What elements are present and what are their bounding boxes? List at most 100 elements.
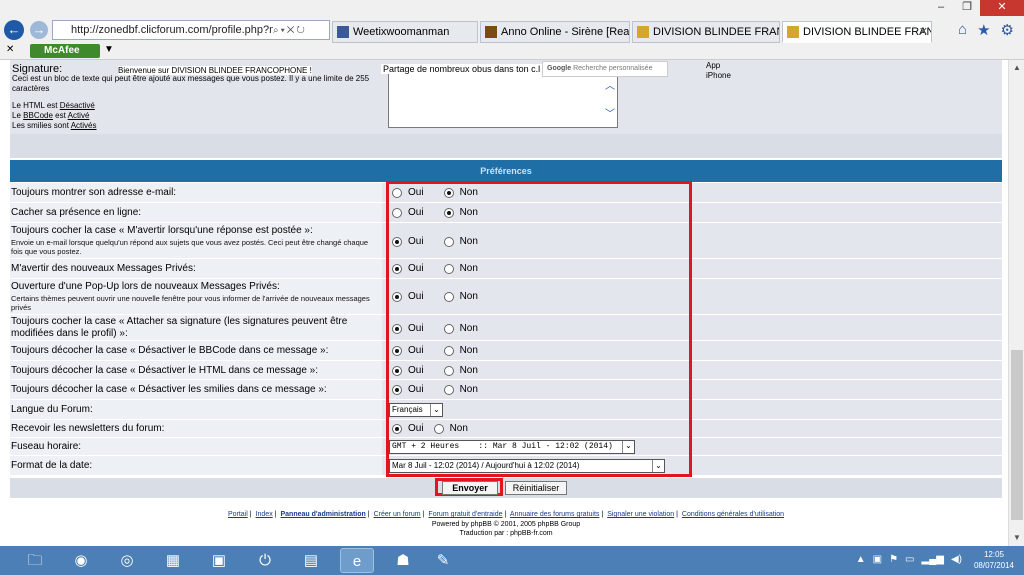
app-line: App	[706, 61, 721, 70]
file-explorer-icon[interactable]: 🗀	[18, 548, 52, 573]
page-viewport: Signature: Ceci est un bloc de texte qui…	[0, 60, 1008, 546]
media-app-icon[interactable]: ◉	[64, 548, 98, 573]
volume-icon[interactable]: ◀)	[951, 554, 962, 565]
smilies-state-link[interactable]: Activés	[71, 121, 97, 130]
google-search-input[interactable]: Google Recherche personnalisée	[542, 61, 668, 77]
restore-button[interactable]: ❐	[954, 0, 980, 16]
wifi-signal-icon[interactable]: ▂▄▆	[922, 554, 944, 565]
app-iphone-label[interactable]: App iPhone	[706, 61, 731, 81]
pref-sub: Envoie un e-mail lorsque quelqu'un répon…	[11, 238, 369, 256]
pref-label: Format de la date:	[11, 460, 93, 471]
browser-chrome: – ❐ ✕ ← → http://zonedbf.clicforum.com/p…	[0, 0, 1024, 60]
network-monitor-icon[interactable]: ▤	[294, 548, 328, 573]
taskbar-clock[interactable]: 12:05 08/07/2014	[968, 549, 1020, 571]
address-bar[interactable]: http://zonedbf.clicforum.com/profile.php…	[52, 20, 330, 40]
tab-division-blindee-2[interactable]: DIVISION BLINDEE FRANCO... ✕	[782, 21, 932, 43]
html-state-link[interactable]: Désactivé	[60, 101, 95, 110]
mcafee-button[interactable]: McAfee	[30, 44, 100, 58]
google-placeholder: Recherche personnalisée	[573, 65, 653, 72]
pref-label: Toujours montrer son adresse e-mail:	[11, 187, 177, 198]
chevron-down-icon[interactable]: ﹀	[605, 105, 615, 120]
highlight-annotation-box	[386, 181, 692, 477]
store-icon[interactable]: ▣	[202, 548, 236, 573]
mcafee-dropdown-icon[interactable]: ▼	[104, 44, 114, 55]
tab-label: DIVISION BLINDEE FRANCO...	[803, 26, 932, 38]
forum-icon	[787, 26, 799, 38]
forward-button[interactable]: →	[30, 21, 48, 39]
html-prefix: Le HTML est	[12, 101, 58, 110]
browser-toolbar-icons: ⌂ ★ ⚙	[958, 21, 1014, 39]
close-tab-icon[interactable]: ✕	[919, 22, 928, 42]
settings-gear-icon[interactable]: ⚙	[1001, 21, 1014, 39]
pref-label: Cacher sa présence en ligne:	[11, 207, 142, 218]
speaker-app-icon[interactable]: ◎	[110, 548, 144, 573]
chevron-up-icon[interactable]: ︿	[605, 77, 615, 92]
forum-icon	[637, 26, 649, 38]
footer-link-report[interactable]: Signaler une violation	[607, 511, 674, 518]
submit-button[interactable]: Envoyer	[442, 481, 498, 495]
footer-link-portail[interactable]: Portail	[228, 511, 248, 518]
tab-label: Weetixwoomanman	[353, 26, 450, 38]
pref-label: Langue du Forum:	[11, 404, 93, 415]
power-app-icon[interactable]: ⏻	[248, 548, 282, 573]
minimize-button[interactable]: –	[928, 0, 954, 16]
footer-link-terms[interactable]: Conditions générales d'utilisation	[682, 511, 784, 518]
navigation-bar: ← → http://zonedbf.clicforum.com/profile…	[0, 17, 1024, 43]
scroll-thumb[interactable]	[1011, 350, 1023, 520]
tab-division-blindee-1[interactable]: DIVISION BLINDEE FRANCOPH...	[632, 21, 780, 43]
footer-link-index[interactable]: Index	[256, 511, 273, 518]
facebook-icon	[337, 26, 349, 38]
footer-link-help[interactable]: Forum gratuit d'entraide	[428, 511, 502, 518]
page-scrollbar[interactable]: ▲ ▼	[1008, 60, 1024, 546]
tab-weetixwoomanman[interactable]: Weetixwoomanman	[332, 21, 478, 43]
bbcode-prefix: Le	[12, 111, 21, 120]
battery-icon[interactable]: ▭	[905, 554, 914, 565]
pref-label: Toujours décocher la case « Désactiver l…	[11, 365, 318, 376]
clock-date: 08/07/2014	[973, 561, 1015, 570]
footer-link-create[interactable]: Créer un forum	[374, 511, 421, 518]
reset-button[interactable]: Réinitialiser	[505, 481, 567, 495]
pref-sub: Certains thèmes peuvent ouvrir une nouve…	[11, 294, 370, 312]
window-controls: – ❐ ✕	[928, 0, 1024, 16]
preferences-header: Préférences	[10, 160, 1002, 182]
close-window-button[interactable]: ✕	[980, 0, 1024, 16]
signature-description: Ceci est un bloc de texte qui peut être …	[12, 74, 370, 93]
toolbar-close-icon[interactable]: ✕	[6, 44, 14, 55]
favorites-star-icon[interactable]: ★	[977, 21, 990, 39]
scroll-down-icon[interactable]: ▼	[1009, 530, 1024, 546]
home-icon[interactable]: ⌂	[958, 21, 967, 39]
anno-icon	[485, 26, 497, 38]
tab-label: Anno Online - Sirène [Realm 1]	[501, 26, 630, 38]
paint-app-icon[interactable]: ✎	[426, 548, 460, 573]
footer-translation: Traduction par : phpBB-fr.com	[459, 530, 553, 537]
pref-label: Toujours cocher la case « Attacher sa si…	[11, 316, 348, 339]
welcome-marquee: Bienvenue sur DIVISION BLINDEE FRANCOPHO…	[118, 66, 312, 75]
address-url[interactable]: http://zonedbf.clicforum.com/profile.php…	[53, 24, 273, 36]
signature-row: Signature: Ceci est un bloc de texte qui…	[10, 60, 1002, 134]
footer-links: Portail | Index | Panneau d'administration…	[227, 511, 785, 518]
bbcode-state-link[interactable]: Activé	[68, 111, 90, 120]
back-button[interactable]: ←	[4, 20, 24, 40]
tab-anno-online[interactable]: Anno Online - Sirène [Realm 1]	[480, 21, 630, 43]
footer-powered: Powered by phpBB © 2001, 2005 phpBB Grou…	[431, 521, 581, 528]
flag-icon[interactable]: ⚑	[889, 554, 898, 565]
footer-link-directory[interactable]: Annuaire des forums gratuits	[510, 511, 600, 518]
spacer-row	[10, 134, 1002, 158]
show-hidden-icons-icon[interactable]: ▲	[856, 554, 866, 565]
internet-explorer-icon[interactable]: e	[340, 548, 374, 573]
game-app-icon[interactable]: ☗	[386, 548, 420, 573]
address-tools-icon[interactable]: ⌕▾✕↻	[273, 25, 307, 36]
mcafee-toolbar: ✕ McAfee ▼	[0, 43, 1024, 60]
calculator-icon[interactable]: ▦	[156, 548, 190, 573]
footer-link-admin[interactable]: Panneau d'administration	[280, 511, 365, 518]
tray-app-icon[interactable]: ▣	[873, 554, 882, 565]
pref-label: Toujours décocher la case « Désactiver l…	[11, 345, 329, 356]
windows-taskbar: 🗀 ◉ ◎ ▦ ▣ ⏻ ▤ e ☗ ✎ ▲ ▣ ⚑ ▭ ▂▄▆ ◀) 12:05…	[0, 546, 1024, 575]
smilies-prefix: Les smilies sont	[12, 121, 69, 130]
iphone-line: iPhone	[706, 71, 731, 80]
scroll-up-icon[interactable]: ▲	[1009, 60, 1024, 76]
google-logo: Google	[547, 65, 572, 72]
signature-rules: Le HTML est Désactivé Le BBCode est Acti…	[12, 101, 97, 131]
pref-label: Ouverture d'une Pop-Up lors de nouveaux …	[11, 281, 280, 292]
bbcode-link[interactable]: BBCode	[23, 111, 53, 120]
